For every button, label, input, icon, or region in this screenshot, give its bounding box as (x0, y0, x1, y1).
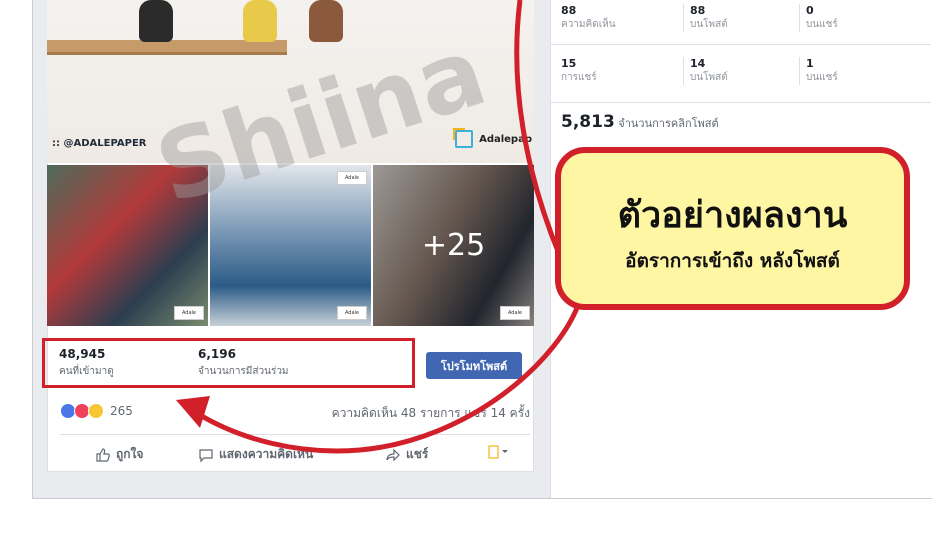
comment-bubble-icon (199, 448, 213, 462)
metric-value: 14 (690, 57, 706, 70)
figurine-image (243, 0, 277, 42)
promote-post-button[interactable]: โปรโมทโพสต์ (426, 352, 522, 379)
divider (60, 434, 530, 435)
thumb-logo: Adale (174, 306, 204, 320)
metric-value: 88 (561, 4, 577, 17)
hero-credit-text: :: @ADALEPAPER (52, 138, 147, 149)
comment-label: แสดงความคิดเห็น (219, 447, 314, 461)
stat-label: คนที่เข้ามาดู (59, 366, 114, 377)
photo-thumbnail[interactable]: Adale (47, 165, 208, 326)
metric-comments-on-post: 88 บนโพสต์ (683, 4, 800, 32)
stat-value: 6,196 (198, 347, 236, 361)
metric-value: 1 (806, 57, 814, 70)
thumb-logo: Adale (500, 306, 530, 320)
like-button[interactable]: ถูกใจ (95, 445, 143, 464)
figurine-image (309, 0, 343, 42)
share-label: แชร์ (406, 447, 429, 461)
post-clicks-value: 5,813 (561, 112, 615, 132)
figurine-image (139, 0, 173, 42)
more-photos-count: +25 (373, 165, 534, 326)
metric-comments-on-shares: 0 บนแชร์ (799, 4, 916, 32)
brand-watermark: Adalepap (453, 128, 532, 148)
reaction-icons[interactable] (60, 403, 104, 419)
metric-shares-on-shares: 1 บนแชร์ (799, 57, 916, 85)
metric-label: ความคิดเห็น (561, 19, 616, 30)
share-audience-dropdown[interactable] (488, 445, 510, 459)
metric-value: 0 (806, 4, 814, 17)
metric-comments: 88 ความคิดเห็น (561, 4, 671, 32)
stat-value: 48,945 (59, 347, 106, 361)
thumb-logo: Adale (337, 171, 367, 185)
brand-name: Adalepap (479, 133, 532, 145)
reaction-count[interactable]: 265 (110, 404, 133, 418)
metric-label: บนแชร์ (806, 19, 838, 30)
shelf-graphic (47, 40, 287, 55)
comments-shares-summary[interactable]: ความคิดเห็น 48 รายการ แชร์ 14 ครั้ง (332, 404, 530, 423)
metric-value: 88 (690, 4, 706, 17)
post-clicks-label: จำนวนการคลิกโพสต์ (618, 117, 719, 130)
divider (550, 102, 931, 103)
photo-thumbnail-more[interactable]: +25 Adale (373, 165, 534, 326)
callout-box: ตัวอย่างผลงาน อัตราการเข้าถึง หลังโพสต์ (555, 147, 910, 310)
stat-engagements: 6,196 จำนวนการมีส่วนร่วม (198, 347, 289, 379)
photo-thumbnail[interactable]: Adale Adale (210, 165, 371, 326)
metric-label: บนโพสต์ (690, 72, 728, 83)
metric-shares: 15 การแชร์ (561, 57, 671, 85)
like-label: ถูกใจ (116, 447, 144, 461)
metric-label: บนแชร์ (806, 72, 838, 83)
photo-grid: Adale Adale Adale +25 Adale (47, 165, 534, 326)
stat-people-reached: 48,945 คนที่เข้ามาดู (59, 347, 114, 379)
thumb-logo: Adale (337, 306, 367, 320)
callout-subtitle: อัตราการเข้าถึง หลังโพสต์ (625, 250, 840, 272)
post-clicks-metric: 5,813 จำนวนการคลิกโพสต์ (561, 112, 719, 132)
metric-shares-on-post: 14 บนโพสต์ (683, 57, 800, 85)
adalepaper-logo-icon (453, 128, 474, 148)
stat-label: จำนวนการมีส่วนร่วม (198, 366, 289, 377)
post-hero-image[interactable]: :: @ADALEPAPER Adalepap (47, 0, 534, 163)
metric-label: การแชร์ (561, 72, 597, 83)
haha-reaction-icon (88, 403, 104, 419)
share-arrow-icon (386, 448, 400, 461)
metric-value: 15 (561, 57, 577, 70)
metric-label: บนโพสต์ (690, 19, 728, 30)
share-button[interactable]: แชร์ (385, 445, 428, 464)
callout-title: ตัวอย่างผลงาน (617, 195, 848, 236)
divider (550, 44, 931, 45)
thumbs-up-icon (96, 447, 110, 462)
comment-button[interactable]: แสดงความคิดเห็น (198, 445, 313, 464)
page-chevron-down-icon (488, 445, 508, 459)
